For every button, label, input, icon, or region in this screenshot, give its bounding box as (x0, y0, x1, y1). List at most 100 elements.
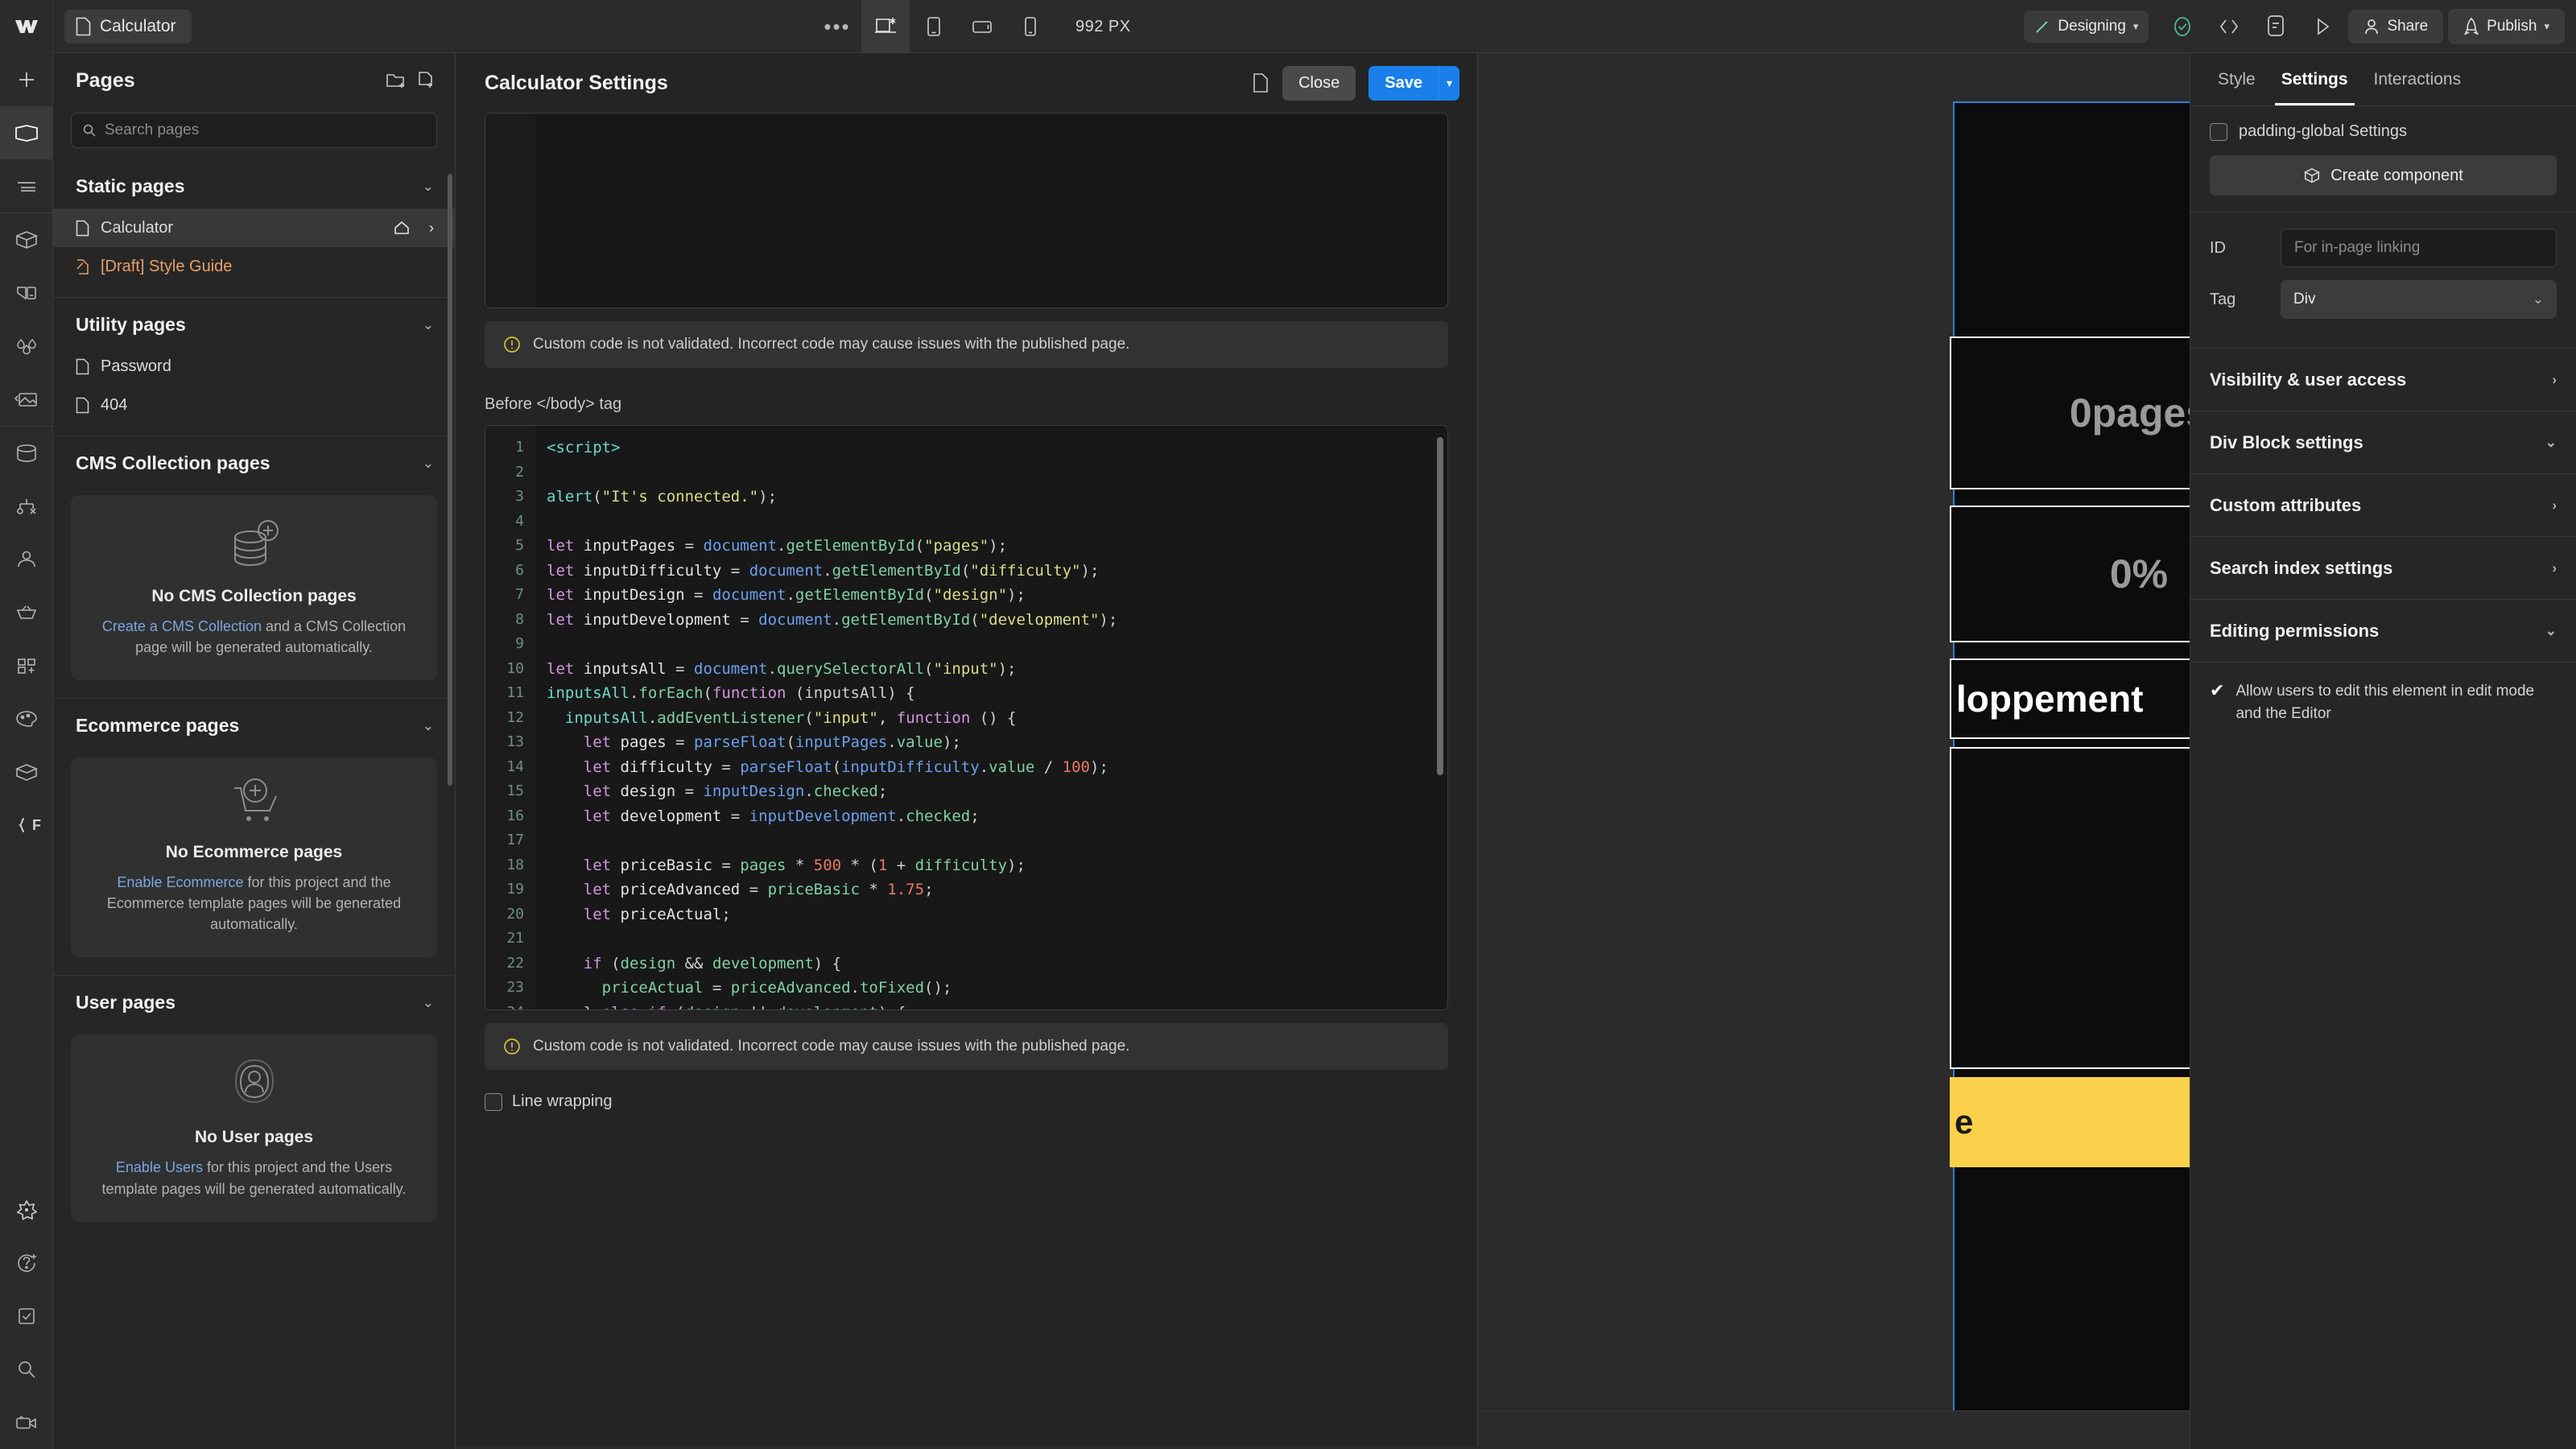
checkbox-audit-icon[interactable] (0, 1290, 53, 1343)
body-code-editor[interactable]: 123456789101112131415161718192021222324 … (485, 425, 1448, 1010)
canvas-block-empty[interactable] (1950, 747, 2190, 1069)
logic-flow-icon[interactable] (0, 480, 53, 533)
tablet-breakpoint-icon[interactable] (910, 0, 958, 53)
more-dots-icon[interactable]: ••• (813, 0, 861, 53)
code-editor-scrollbar[interactable] (1437, 437, 1443, 775)
database-icon[interactable] (0, 427, 53, 480)
head-code-editor[interactable] (485, 113, 1448, 308)
user-icon[interactable] (0, 533, 53, 586)
pages-list[interactable]: Static pages ⌄ Calculator › [Draft] Styl… (53, 159, 455, 1449)
page-item-calculator[interactable]: Calculator › (53, 208, 455, 247)
style-panel-icon[interactable] (0, 266, 53, 320)
create-component-button[interactable]: Create component (2210, 155, 2557, 196)
search-icon[interactable] (0, 1343, 53, 1396)
code-token: . (804, 782, 814, 800)
video-camera-icon[interactable] (0, 1396, 53, 1449)
cube-icon[interactable] (0, 213, 53, 266)
section-header-cms-collection-pages[interactable]: CMS Collection pages ⌄ (53, 436, 455, 485)
code-token: document (694, 659, 768, 678)
new-page-icon[interactable] (418, 71, 436, 90)
canvas-block-cta-button[interactable]: e (1950, 1077, 2190, 1167)
desktop-breakpoint-icon[interactable] (861, 0, 910, 53)
chevron-down-icon[interactable]: ▾ (1438, 65, 1459, 101)
image-assets-icon[interactable] (0, 373, 53, 426)
body-editor-code[interactable]: <script> alert("It's connected."); let i… (535, 426, 1447, 1009)
class-settings-row[interactable]: padding-global Settings (2210, 122, 2557, 141)
comment-icon[interactable] (2255, 6, 2297, 47)
close-button[interactable]: Close (1282, 65, 1356, 101)
create-component-label: Create component (2330, 166, 2463, 184)
navigator-icon[interactable] (0, 159, 53, 213)
code-line: let inputDevelopment = document.getEleme… (547, 608, 1447, 633)
webflow-logo[interactable] (0, 0, 53, 53)
basket-icon[interactable] (0, 586, 53, 639)
canvas-block-development-label[interactable]: loppement (1950, 658, 2190, 739)
section-header-user-pages[interactable]: User pages ⌄ (53, 976, 455, 1025)
accordion-editing-permissions[interactable]: Editing permissions ⌄ (2190, 600, 2576, 663)
tag-select[interactable]: Div ⌄ (2281, 280, 2557, 319)
tab-settings[interactable]: Settings (2268, 53, 2361, 105)
question-plus-icon[interactable] (0, 1236, 53, 1290)
search-input[interactable] (105, 122, 426, 139)
canvas-area[interactable]: 0pages 0% loppement e (456, 53, 2190, 1449)
copy-page-icon[interactable] (1252, 72, 1269, 93)
variables-drops-icon[interactable] (0, 320, 53, 373)
editing-permission-checkbox[interactable]: ✔ (2210, 682, 2224, 700)
accordion-visibility-user-access[interactable]: Visibility & user access › (2190, 349, 2576, 411)
canvas-block-difficulty-percent[interactable]: 0% (1950, 506, 2190, 642)
code-line: let inputDesign = document.getElementByI… (547, 583, 1447, 608)
accordion-search-index-settings[interactable]: Search index settings › (2190, 537, 2576, 600)
apps-grid-icon[interactable] (0, 639, 53, 692)
canvas-viewport[interactable]: 0pages 0% loppement e (1950, 101, 2190, 1449)
home-icon[interactable] (394, 221, 410, 235)
pages-icon[interactable] (0, 106, 53, 159)
tab-interactions[interactable]: Interactions (2361, 53, 2475, 105)
line-wrapping-option[interactable]: Line wrapping (485, 1092, 1448, 1111)
enable-users-link[interactable]: Enable Users (116, 1159, 203, 1175)
plus-icon[interactable] (0, 53, 53, 106)
share-button[interactable]: Share (2348, 10, 2444, 43)
page-item-404[interactable]: 404 (53, 386, 455, 424)
chevron-right-icon[interactable]: › (429, 220, 434, 237)
page-item-password[interactable]: Password (53, 347, 455, 386)
empty-body: Enable Ecommerce for this project and th… (89, 872, 419, 935)
accordion-custom-attributes[interactable]: Custom attributes › (2190, 474, 2576, 537)
editing-permission-row[interactable]: ✔ Allow users to edit this element in ed… (2190, 663, 2576, 742)
publish-button[interactable]: Publish ▾ (2448, 9, 2565, 44)
search-pages-field[interactable] (71, 113, 437, 148)
palette-icon[interactable] (0, 692, 53, 745)
code-token: let (547, 586, 584, 604)
accordion-div-block-settings[interactable]: Div Block settings ⌄ (2190, 411, 2576, 474)
box-3d-icon[interactable] (0, 745, 53, 799)
mode-selector[interactable]: Designing ▾ (2024, 10, 2149, 43)
check-circle-icon[interactable] (2161, 6, 2203, 47)
left-icon-rail: F (0, 53, 53, 1449)
code-line: let difficulty = parseFloat(inputDifficu… (547, 755, 1447, 780)
code-brackets-icon[interactable] (2208, 6, 2250, 47)
section-header-utility-pages[interactable]: Utility pages ⌄ (53, 298, 455, 347)
canvas-block-pages-counter[interactable]: 0pages (1950, 336, 2190, 489)
create-cms-collection-link[interactable]: Create a CMS Collection (102, 618, 262, 634)
id-input[interactable]: For in-page linking (2281, 229, 2557, 267)
pages-panel-scrollbar[interactable] (448, 174, 452, 786)
page-item-style-guide[interactable]: [Draft] Style Guide (53, 247, 455, 286)
mobile-portrait-breakpoint-icon[interactable] (1006, 0, 1055, 53)
viewport-size-label: 992 PX (1075, 17, 1131, 35)
mobile-landscape-breakpoint-icon[interactable] (958, 0, 1006, 53)
enable-ecommerce-link[interactable]: Enable Ecommerce (117, 874, 243, 890)
tab-style[interactable]: Style (2205, 53, 2268, 105)
gear-star-icon[interactable] (0, 1183, 53, 1236)
new-folder-icon[interactable] (386, 71, 407, 90)
section-header-ecommerce-pages[interactable]: Ecommerce pages ⌄ (53, 699, 455, 748)
code-token: let (547, 561, 584, 580)
class-settings-checkbox[interactable] (2210, 122, 2227, 141)
head-editor-code[interactable] (535, 114, 1447, 308)
line-number: 11 (506, 684, 524, 701)
curly-f-icon[interactable]: F (0, 799, 53, 852)
warning-circle-icon (502, 335, 522, 354)
line-wrapping-checkbox[interactable] (485, 1092, 502, 1111)
page-tab-calculator[interactable]: Calculator (64, 9, 192, 43)
play-preview-icon[interactable] (2301, 6, 2343, 47)
section-header-static-pages[interactable]: Static pages ⌄ (53, 159, 455, 208)
save-button[interactable]: Save (1368, 65, 1439, 101)
